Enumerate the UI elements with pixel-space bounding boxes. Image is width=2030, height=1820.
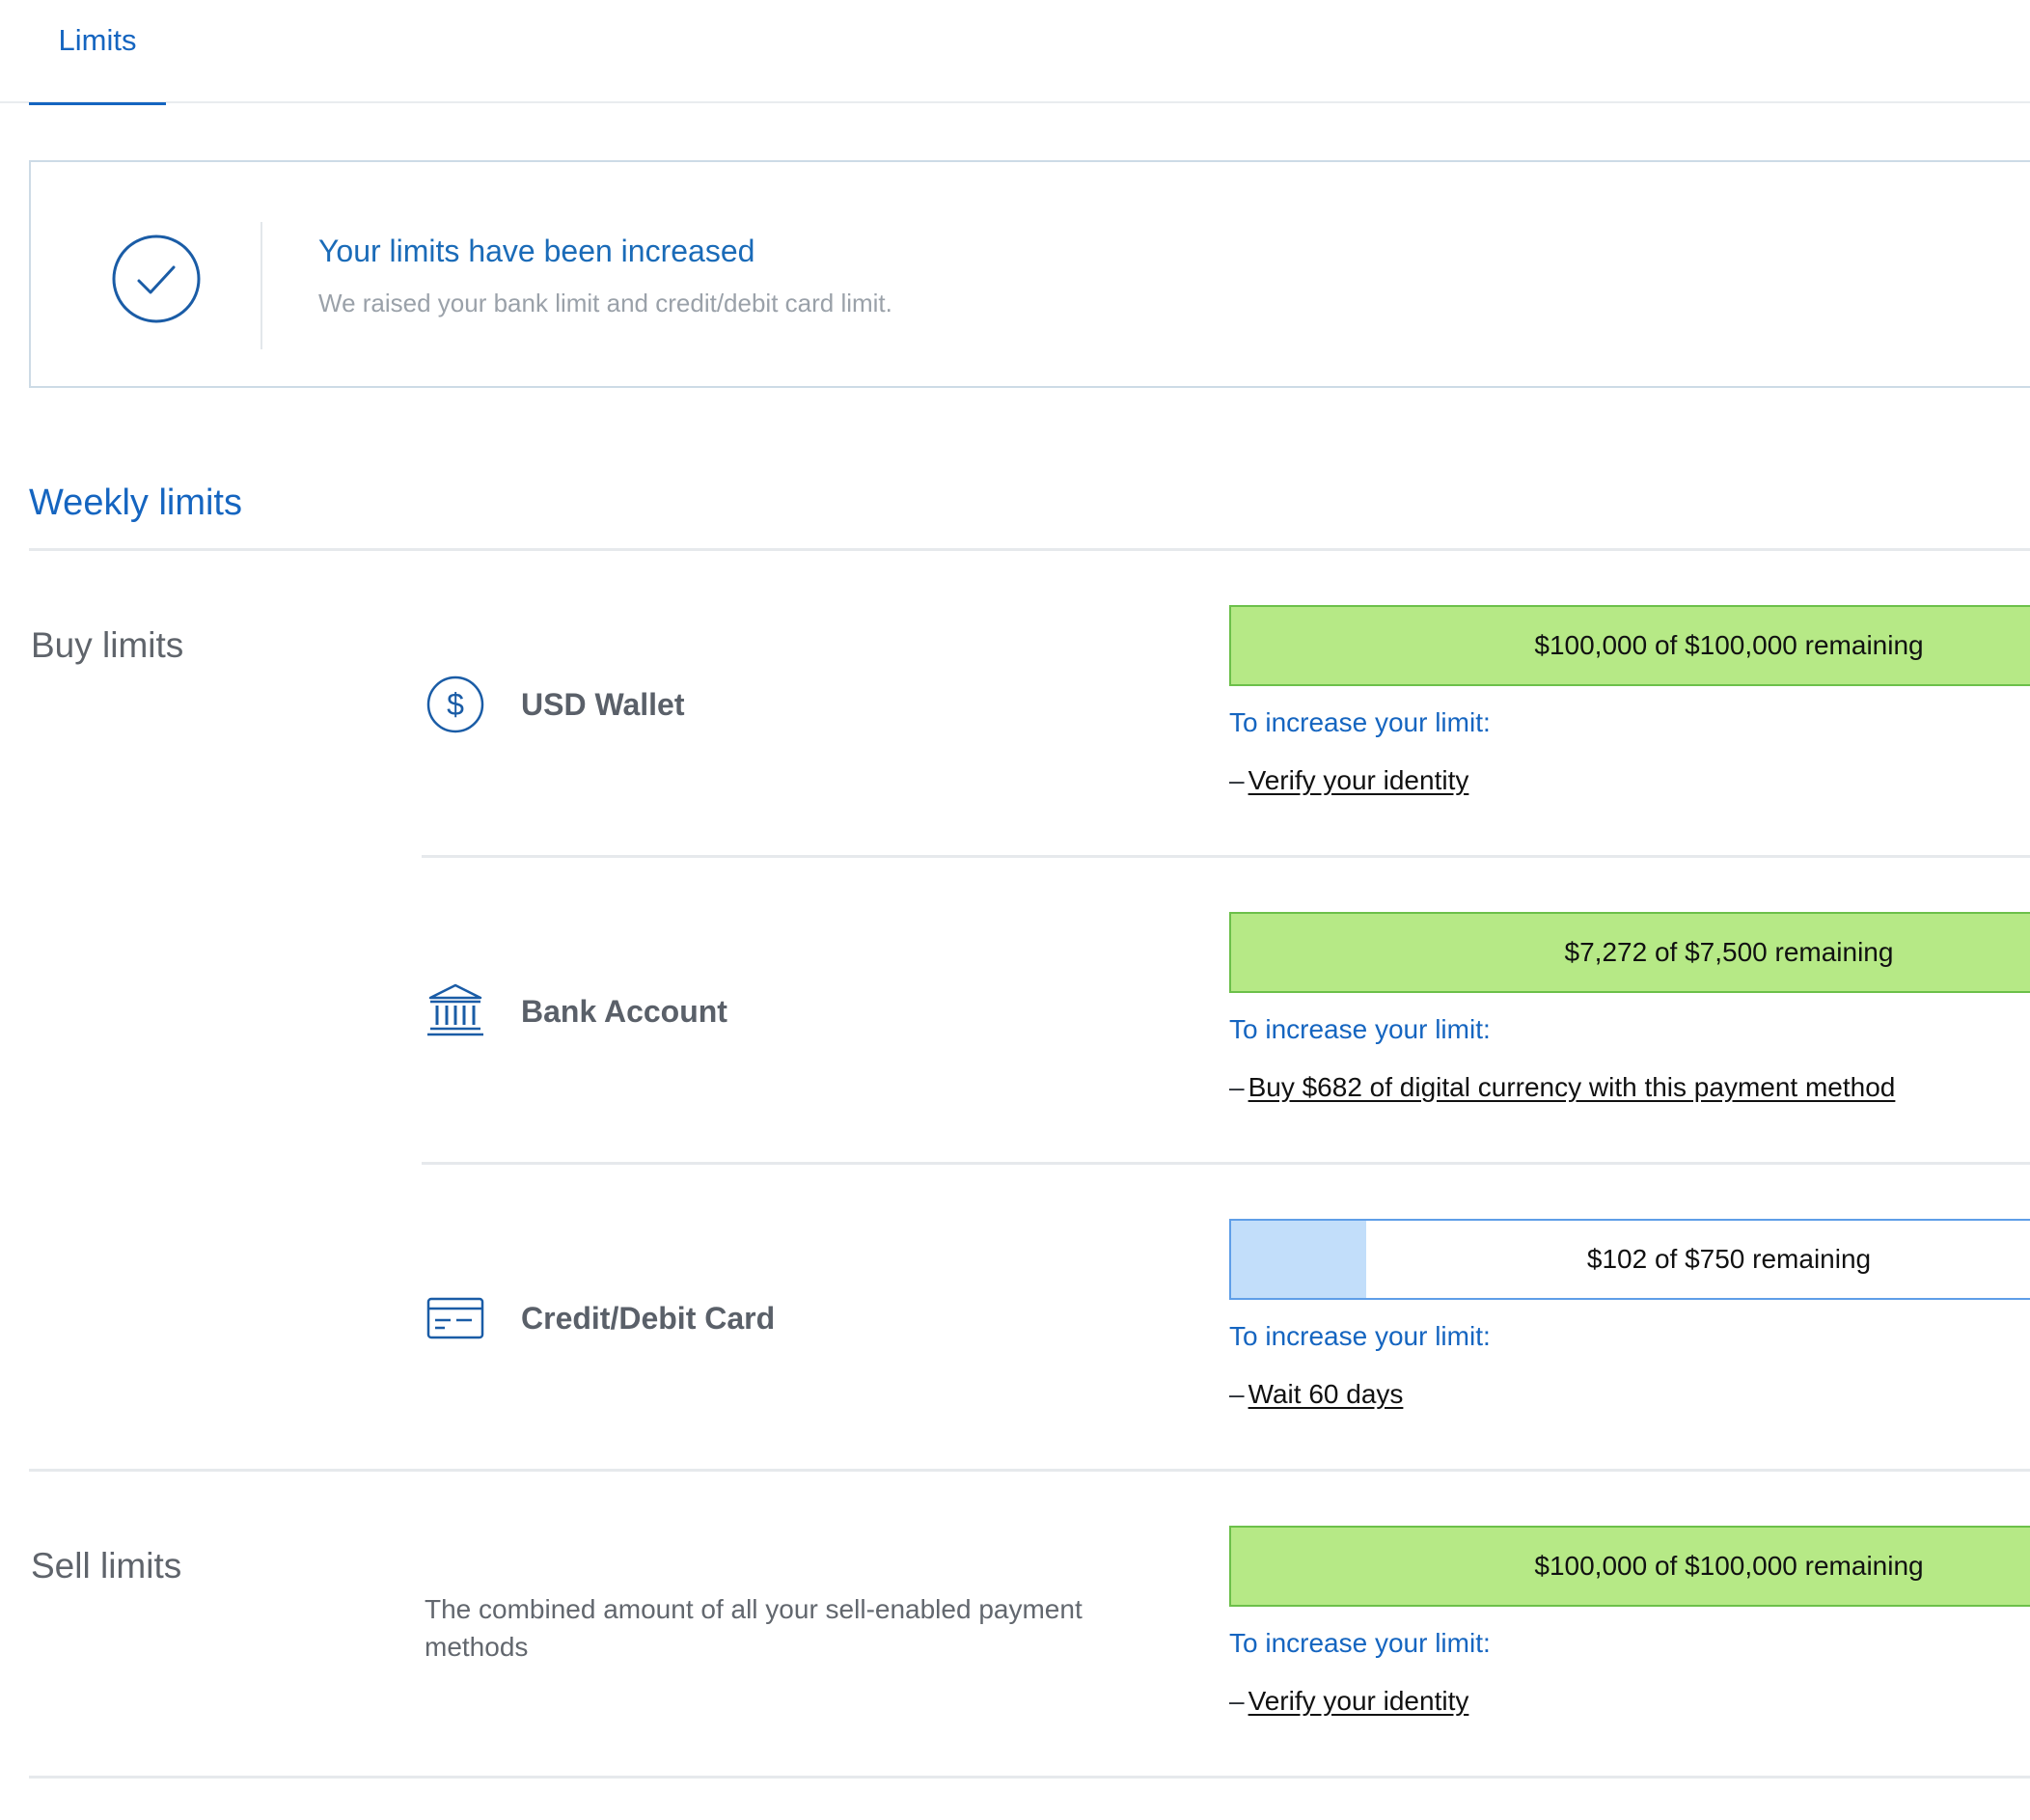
- svg-text:$: $: [447, 687, 464, 722]
- wait-60-days-link[interactable]: Wait 60 days: [1248, 1379, 1404, 1409]
- limit-requirement: – Verify your identity: [1229, 765, 1468, 796]
- limit-remaining-text: $100,000 of $100,000 remaining: [1534, 630, 1924, 660]
- limit-requirement: – Wait 60 days: [1229, 1379, 1403, 1410]
- limits-page: Limits Your limits have been increased W…: [0, 0, 2030, 1820]
- section-divider: [29, 548, 2030, 551]
- notice-divider: [261, 222, 262, 349]
- bank-icon: [427, 983, 483, 1036]
- method-name: USD Wallet: [521, 686, 685, 722]
- method-name: Credit/Debit Card: [521, 1300, 776, 1336]
- limit-requirement: – Buy $682 of digital currency with this …: [1229, 1072, 1895, 1103]
- verify-identity-link[interactable]: Verify your identity: [1248, 765, 1469, 795]
- limit-remaining-text: $100,000 of $100,000 remaining: [1534, 1551, 1924, 1581]
- row-divider: [422, 855, 2030, 858]
- tab-bar: Limits: [0, 0, 2030, 105]
- requirement-dash: –: [1229, 1379, 1245, 1409]
- requirement-dash: –: [1229, 1072, 1245, 1102]
- check-circle-icon: [112, 234, 201, 323]
- tab-limits[interactable]: Limits: [29, 0, 166, 105]
- increase-limit-label: To increase your limit:: [1229, 1628, 1491, 1658]
- limit-progress-bar: $100,000 of $100,000 remaining: [1229, 605, 2030, 686]
- section-divider: [29, 1469, 2030, 1472]
- sell-limits-label: Sell limits: [31, 1546, 182, 1586]
- requirement-dash: –: [1229, 1686, 1245, 1716]
- notice-title: Your limits have been increased: [318, 234, 755, 268]
- increase-limit-label: To increase your limit:: [1229, 707, 1491, 737]
- limit-progress-bar: $102 of $750 remaining: [1229, 1219, 2030, 1300]
- weekly-limits-title: Weekly limits: [29, 483, 242, 523]
- credit-card-icon: [426, 1297, 484, 1339]
- limit-progress-bar: $100,000 of $100,000 remaining: [1229, 1526, 2030, 1607]
- requirement-dash: –: [1229, 765, 1245, 795]
- verify-identity-link[interactable]: Verify your identity: [1248, 1686, 1469, 1716]
- section-divider: [29, 1776, 2030, 1779]
- limit-requirement: – Verify your identity: [1229, 1686, 1468, 1717]
- limit-progress-bar: $7,272 of $7,500 remaining: [1229, 912, 2030, 993]
- notice-message: We raised your bank limit and credit/deb…: [318, 289, 892, 317]
- buy-limits-label: Buy limits: [31, 625, 184, 665]
- method-credit-debit-card: Credit/Debit Card: [425, 1287, 775, 1349]
- method-name: Bank Account: [521, 993, 727, 1029]
- method-usd-wallet: $ USD Wallet: [425, 674, 685, 735]
- buy-digital-currency-link[interactable]: Buy $682 of digital currency with this p…: [1248, 1072, 1896, 1102]
- increase-limit-label: To increase your limit:: [1229, 1014, 1491, 1044]
- row-divider: [422, 1162, 2030, 1165]
- method-bank-account: Bank Account: [425, 980, 727, 1042]
- dollar-circle-icon: $: [426, 676, 484, 733]
- limit-remaining-text: $7,272 of $7,500 remaining: [1564, 937, 1894, 967]
- increase-limit-label: To increase your limit:: [1229, 1321, 1491, 1351]
- sell-limits-description: The combined amount of all your sell-ena…: [425, 1594, 1083, 1662]
- limits-increased-notice: Your limits have been increased We raise…: [29, 160, 2030, 388]
- limit-remaining-text: $102 of $750 remaining: [1586, 1244, 1872, 1274]
